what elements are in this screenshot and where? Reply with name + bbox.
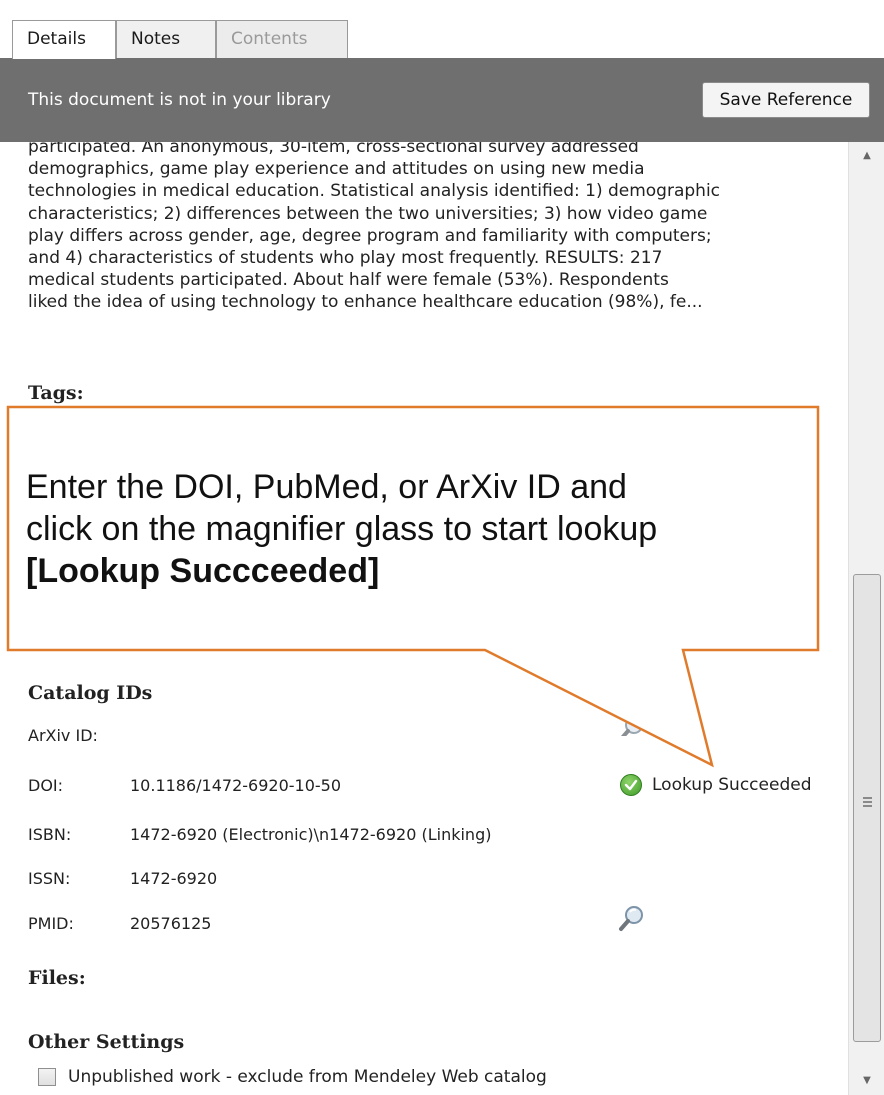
callout-line-1: Enter the DOI, PubMed, or ArXiv ID and	[26, 468, 627, 506]
callout-line-2: click on the magnifier glass to start lo…	[26, 510, 658, 548]
issn-value[interactable]: 1472-6920	[130, 869, 217, 888]
tab-notes[interactable]: Notes	[116, 20, 216, 58]
abstract-text: participated. An anonymous, 30-item, cro…	[28, 142, 846, 314]
abstract-line: play differs across gender, age, degree …	[28, 225, 712, 246]
pmid-lookup-magnifier-icon[interactable]	[618, 904, 646, 932]
check-circle-icon	[620, 774, 642, 796]
unpublished-work-checkbox[interactable]	[38, 1068, 56, 1086]
lookup-status: Lookup Succeeded	[620, 774, 811, 796]
abstract-line: medical students participated. About hal…	[28, 270, 669, 291]
callout-text: Enter the DOI, PubMed, or ArXiv ID and c…	[26, 466, 826, 592]
banner-message: This document is not in your library	[28, 90, 331, 110]
doi-label: DOI:	[28, 776, 64, 795]
other-settings-heading: Other Settings	[28, 1031, 185, 1053]
catalog-ids-heading: Catalog IDs	[28, 682, 153, 704]
abstract-line: liked the idea of using technology to en…	[28, 292, 703, 313]
scroll-up-arrow-icon[interactable]: ▲	[849, 142, 884, 170]
tab-bar: Details Notes Contents	[0, 0, 884, 59]
abstract-line: demographics, game play experience and a…	[28, 159, 645, 180]
pmid-value[interactable]: 20576125	[130, 914, 211, 933]
tab-details[interactable]: Details	[12, 20, 116, 59]
unpublished-work-option[interactable]: Unpublished work - exclude from Mendeley…	[38, 1067, 547, 1087]
pmid-label: PMID:	[28, 914, 74, 933]
files-heading: Files:	[28, 967, 86, 989]
abstract-line: and 4) characteristics of students who p…	[28, 248, 663, 269]
isbn-value[interactable]: 1472-6920 (Electronic)\n1472-6920 (Linki…	[130, 825, 491, 844]
scroll-down-arrow-icon[interactable]: ▼	[849, 1067, 884, 1095]
thumb-grip-icon	[863, 797, 872, 809]
abstract-line: technologies in medical education. Stati…	[28, 181, 721, 202]
scrollbar-thumb[interactable]	[853, 574, 881, 1042]
issn-label: ISSN:	[28, 869, 71, 888]
save-reference-button[interactable]: Save Reference	[702, 82, 870, 118]
tags-heading: Tags:	[28, 382, 84, 404]
details-panel: participated. An anonymous, 30-item, cro…	[0, 142, 848, 1095]
isbn-label: ISBN:	[28, 825, 72, 844]
abstract-line: characteristics; 2) differences between …	[28, 203, 708, 224]
abstract-line: participated. An anonymous, 30-item, cro…	[28, 142, 639, 157]
arxiv-lookup-magnifier-icon[interactable]	[618, 714, 646, 736]
arxiv-id-label: ArXiv ID:	[28, 726, 98, 745]
lookup-status-text: Lookup Succeeded	[652, 775, 812, 795]
tab-contents[interactable]: Contents	[216, 20, 348, 58]
doi-value[interactable]: 10.1186/1472-6920-10-50	[130, 776, 341, 795]
callout-bold-status: [Lookup Succceeded]	[26, 552, 380, 590]
vertical-scrollbar[interactable]: ▲ ▼	[848, 142, 884, 1095]
unpublished-work-label: Unpublished work - exclude from Mendeley…	[68, 1067, 547, 1087]
